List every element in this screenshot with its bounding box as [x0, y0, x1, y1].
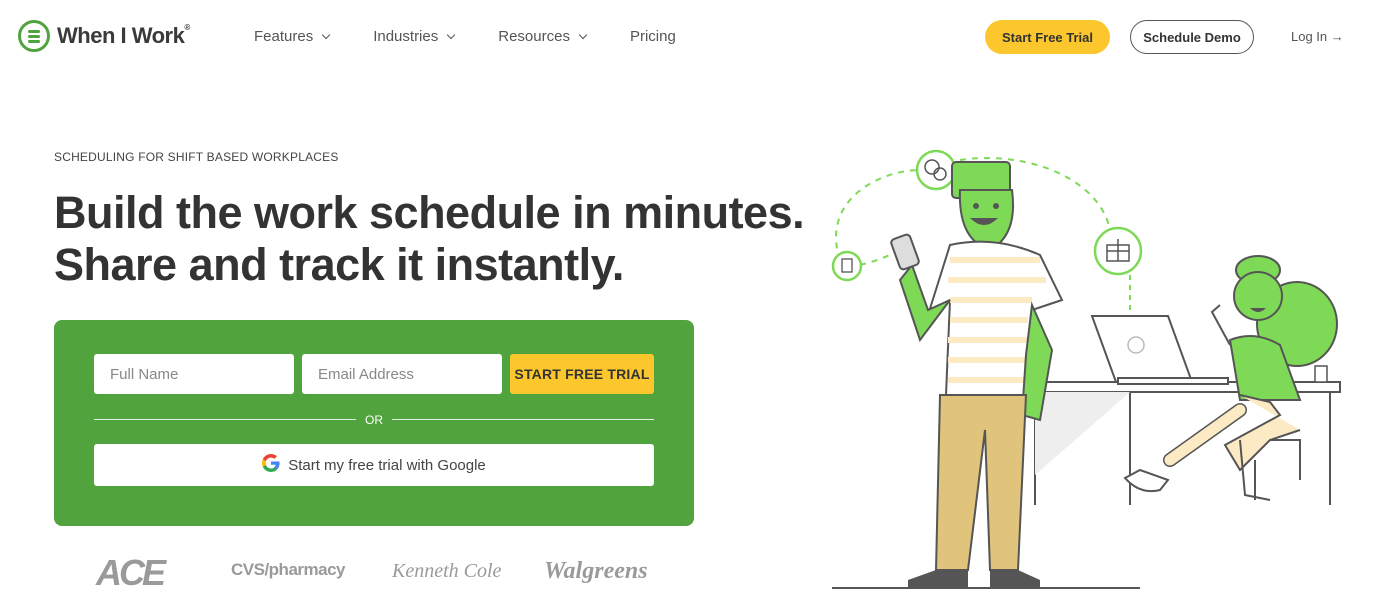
google-icon	[262, 453, 280, 477]
standing-man	[890, 161, 1064, 588]
walgreens-logo: Walgreens	[544, 558, 648, 584]
document-icon	[831, 250, 863, 282]
nav-industries-label: Industries	[373, 28, 439, 45]
laptop	[1090, 315, 1229, 385]
logo[interactable]: When I Work®	[18, 20, 190, 52]
chevron-down-icon	[447, 30, 456, 39]
or-divider: OR	[94, 412, 654, 428]
logo-icon	[18, 20, 50, 52]
google-signup-button[interactable]: Start my free trial with Google	[94, 444, 654, 486]
hero-illustration	[831, 149, 1341, 589]
nav-resources-label: Resources	[498, 28, 570, 45]
desk	[832, 381, 1341, 589]
hero-headline: Build the work schedule in minutes. Shar…	[54, 187, 805, 291]
nav-industries[interactable]: Industries	[373, 28, 456, 45]
signup-form: START FREE TRIAL OR Start my free trial …	[54, 320, 694, 526]
nav-features-label: Features	[254, 28, 314, 45]
start-free-trial-button[interactable]: Start Free Trial	[985, 20, 1110, 54]
chevron-down-icon	[578, 30, 588, 39]
divider-line	[392, 419, 654, 420]
customer-logos: ACE CVS/pharmacy Kenneth Cole Walgreens	[96, 552, 696, 593]
nav-pricing[interactable]: Pricing	[630, 28, 676, 45]
email-input[interactable]	[302, 354, 502, 394]
chevron-down-icon	[321, 30, 331, 39]
nav-features[interactable]: Features	[254, 28, 331, 45]
nav-resources[interactable]: Resources	[498, 28, 588, 45]
ace-logo: ACE	[96, 552, 166, 593]
gift-icon	[1093, 226, 1143, 276]
hero-eyebrow: SCHEDULING FOR SHIFT BASED WORKPLACES	[54, 150, 339, 164]
schedule-demo-button[interactable]: Schedule Demo	[1130, 20, 1254, 54]
nav-pricing-label: Pricing	[629, 28, 676, 45]
or-label: OR	[365, 413, 383, 427]
kenneth-cole-logo: Kenneth Cole	[392, 560, 502, 582]
chat-bubble-icon	[915, 149, 957, 191]
login-link[interactable]: Log In →	[1291, 29, 1344, 44]
signup-submit-button[interactable]: START FREE TRIAL	[510, 354, 654, 394]
cup	[1314, 365, 1328, 383]
cvs-logo: CVS/pharmacy	[231, 560, 346, 579]
google-button-label: Start my free trial with Google	[288, 456, 486, 474]
site-header: When I Work® Features Industries Resourc…	[0, 0, 1381, 74]
headline-line-2: Share and track it instantly.	[54, 239, 624, 290]
headline-line-1: Build the work schedule in minutes.	[54, 187, 805, 238]
full-name-input[interactable]	[94, 354, 294, 394]
logo-text: When I Work®	[57, 23, 190, 48]
main-nav: Features Industries Resources Pricing	[254, 28, 720, 45]
